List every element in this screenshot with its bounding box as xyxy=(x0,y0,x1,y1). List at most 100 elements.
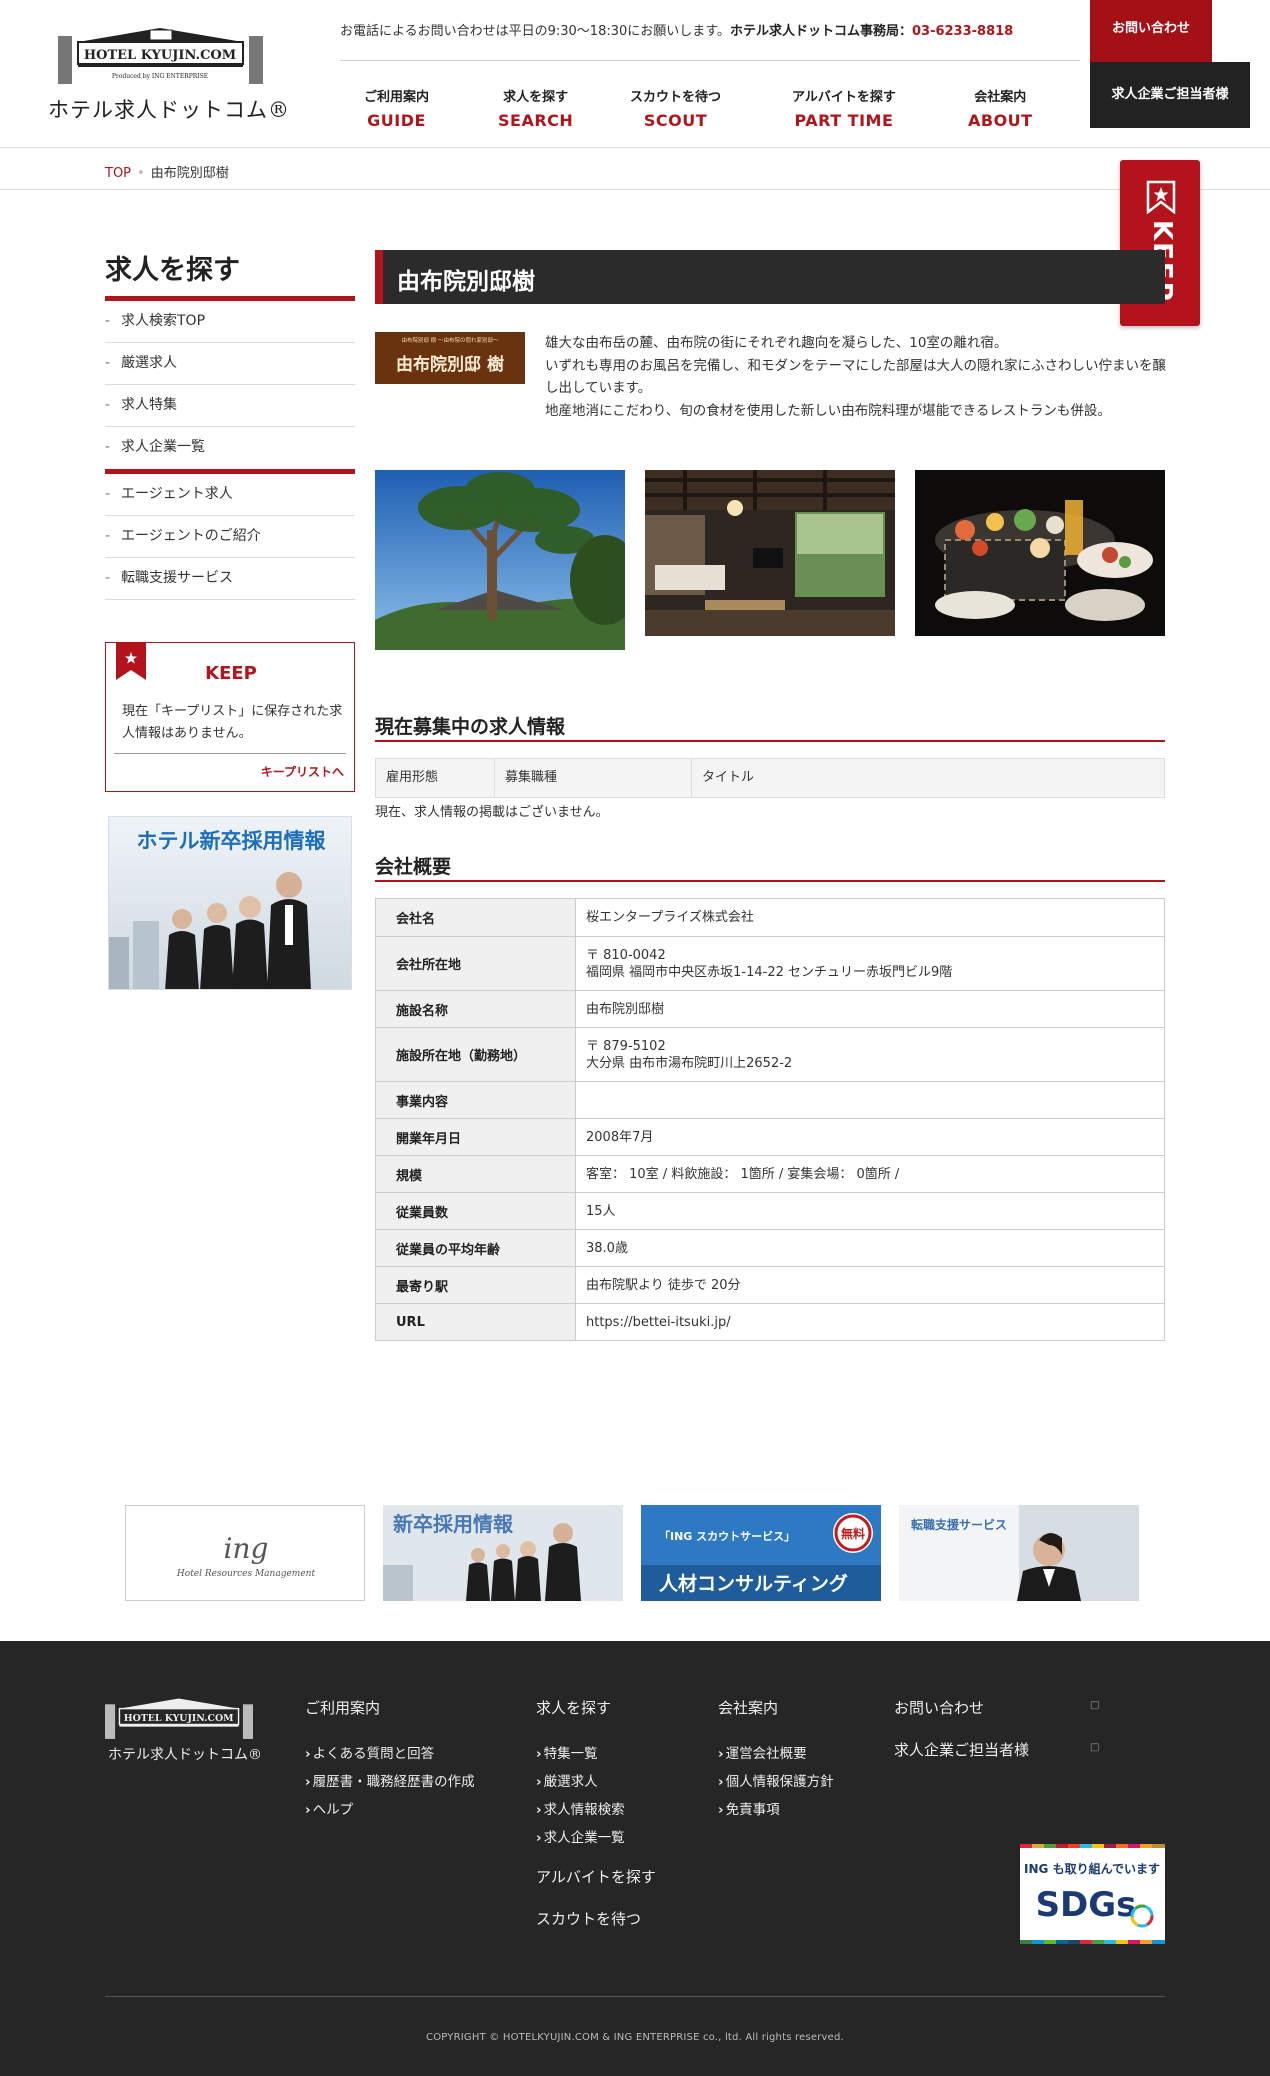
footer-link-part-time[interactable]: アルバイトを探す xyxy=(536,1866,656,1887)
header-divider xyxy=(340,60,1080,61)
col-job-category: 募集職種 xyxy=(495,759,692,797)
row-value: 38.0歳 xyxy=(575,1229,1165,1267)
footer-link-help[interactable]: ヘルプ xyxy=(305,1798,354,1818)
breadcrumb-top-link[interactable]: TOP xyxy=(105,166,131,181)
table-row: 最寄り駅 由布院駅より 徒歩で 20分 xyxy=(375,1266,1165,1304)
facility-intro: 雄大な由布岳の麓、由布院の街にそれぞれ趣向を凝らした、10室の離れ宿。 いずれも… xyxy=(545,332,1170,422)
page-title-box: 由布院別邸樹 xyxy=(375,250,1165,304)
svg-text:人材コンサルティング: 人材コンサルティング xyxy=(659,1572,848,1595)
jobs-heading-underline xyxy=(375,740,1165,742)
breadcrumb: TOP • 由布院別邸樹 xyxy=(0,148,1270,190)
jobs-heading: 現在募集中の求人情報 xyxy=(375,716,566,738)
table-row: 開業年月日 2008年7月 xyxy=(375,1118,1165,1156)
keep-box-description: 現在「キープリスト」に保存された求人情報はありません。 xyxy=(122,704,343,741)
newgrad-bottom-banner[interactable]: 新卒採用情報 xyxy=(383,1505,623,1601)
phone-number[interactable]: 03-6233-8818 xyxy=(912,24,1013,39)
footer-link-privacy[interactable]: 個人情報保護方針 xyxy=(718,1770,834,1790)
footer-link-corporate[interactable]: 求人企業ご担当者様 xyxy=(894,1739,1029,1760)
sidebar-item-companies[interactable]: 求人企業一覧 xyxy=(105,427,355,469)
career-support-banner[interactable]: 転職支援サービス xyxy=(899,1505,1139,1601)
newgrad-banner[interactable]: ホテル新卒採用情報 xyxy=(108,816,352,990)
table-row: 従業員の平均年齢 38.0歳 xyxy=(375,1229,1165,1267)
intro-line: 地産地消にこだわり、旬の食材を使用した新しい由布院料理が堪能できるレストランも併… xyxy=(545,402,1111,419)
row-value: https://bettei-itsuki.jp/ xyxy=(575,1303,1165,1341)
footer-link-features[interactable]: 特集一覧 xyxy=(536,1742,598,1762)
footer-link-companies[interactable]: 求人企業一覧 xyxy=(536,1826,625,1846)
photo-exterior xyxy=(375,470,625,650)
table-row: 従業員数 15人 xyxy=(375,1192,1165,1230)
site-logo[interactable]: HOTEL KYUJIN.COM Produced by ING ENTERPR… xyxy=(48,26,290,126)
footer-search-heading[interactable]: 求人を探す xyxy=(536,1697,611,1718)
table-row: 事業内容 xyxy=(375,1081,1165,1119)
jobs-empty-message: 現在、求人情報の掲載はございません。 xyxy=(375,805,609,820)
footer-link-faq[interactable]: よくある質問と回答 xyxy=(305,1742,435,1762)
table-row: 規模 客室： 10室 / 料飲施設： 1箇所 / 宴集会場： 0箇所 / xyxy=(375,1155,1165,1193)
sdgs-badge[interactable]: ING も取り組んでいます SDGs xyxy=(1020,1844,1165,1944)
ing-logo-image: ing Hotel Resources Management xyxy=(176,1532,316,1579)
footer-link-selected[interactable]: 厳選求人 xyxy=(536,1770,598,1790)
row-label: 会社名 xyxy=(375,898,576,937)
contact-button[interactable]: お問い合わせ xyxy=(1090,0,1212,62)
svg-text:ing: ing xyxy=(224,1532,269,1565)
svg-text:Produced by ING ENTERPRISE: Produced by ING ENTERPRISE xyxy=(112,73,208,80)
col-employment-type: 雇用形態 xyxy=(376,759,495,797)
footer-guide-heading[interactable]: ご利用案内 xyxy=(305,1697,380,1718)
svg-text:SDGs: SDGs xyxy=(1036,1885,1137,1925)
sidebar-item-agent-jobs[interactable]: エージェント求人 xyxy=(105,474,355,516)
scout-service-image: 「ING スカウトサービス」 人材コンサルティング 無料 xyxy=(641,1505,881,1601)
row-label: 開業年月日 xyxy=(375,1118,576,1156)
footer-logo[interactable]: HOTEL KYUJIN.COM ホテル求人ドットコム® xyxy=(105,1696,265,1771)
table-row: 会社所在地〒 810-0042 福岡県 福岡市中央区赤坂1-14-22 センチュリ… xyxy=(375,936,1165,991)
sidebar-item-features[interactable]: 求人特集 xyxy=(105,385,355,427)
row-value: 由布院別邸樹 xyxy=(575,990,1165,1028)
company-url-link[interactable]: https://bettei-itsuki.jp/ xyxy=(586,1315,731,1330)
footer-link-resume[interactable]: 履歴書・職務経歴書の作成 xyxy=(305,1770,475,1790)
bookmark-star-icon xyxy=(1146,180,1176,214)
svg-text:ホテル新卒採用情報: ホテル新卒採用情報 xyxy=(137,829,327,853)
row-value: 2008年7月 xyxy=(575,1118,1165,1156)
office-label: ホテル求人ドットコム事務局： xyxy=(729,24,912,39)
keep-box-heading: KEEP xyxy=(205,663,257,684)
sidebar-item-career-support[interactable]: 転職支援サービス xyxy=(105,558,355,600)
intro-line: いずれも専用のお風呂を完備し、和モダンをテーマにした部屋は大人の隠れ家にふさわし… xyxy=(545,357,1166,397)
row-value: 〒 879-5102 大分県 由布市湯布院町川上2652-2 xyxy=(575,1027,1165,1082)
svg-text:無料: 無料 xyxy=(841,1526,865,1541)
scout-banner[interactable]: 「ING スカウトサービス」 人材コンサルティング 無料 xyxy=(641,1505,881,1601)
keep-box-divider xyxy=(114,753,346,754)
nav-about[interactable]: 会社案内 ABOUT xyxy=(968,86,1033,130)
keep-list-link[interactable]: キープリストへ xyxy=(261,763,344,780)
nav-search[interactable]: 求人を探す SEARCH xyxy=(498,86,573,130)
company-heading-underline xyxy=(375,880,1165,882)
row-value: 客室： 10室 / 料飲施設： 1箇所 / 宴集会場： 0箇所 / xyxy=(575,1155,1165,1193)
row-label: 規模 xyxy=(375,1155,576,1193)
footer-link-contact[interactable]: お問い合わせ xyxy=(894,1697,984,1718)
sidebar-item-selected-jobs[interactable]: 厳選求人 xyxy=(105,343,355,385)
photo-room xyxy=(645,470,895,650)
footer-link-scout[interactable]: スカウトを待つ xyxy=(536,1908,641,1929)
row-label: 施設所在地（勤務地） xyxy=(375,1027,576,1082)
footer-link-company-overview[interactable]: 運営会社概要 xyxy=(718,1742,807,1762)
nav-part-time[interactable]: アルバイトを探す PART TIME xyxy=(792,86,896,130)
hotel-building-logo-icon: HOTEL KYUJIN.COM Produced by ING ENTERPR… xyxy=(58,28,263,84)
footer-link-job-search[interactable]: 求人情報検索 xyxy=(536,1798,625,1818)
corporate-button[interactable]: 求人企業ご担当者様 xyxy=(1090,62,1250,128)
table-row: 施設所在地（勤務地）〒 879-5102 大分県 由布市湯布院町川上2652-2 xyxy=(375,1027,1165,1082)
nav-guide[interactable]: ご利用案内 GUIDE xyxy=(364,86,429,130)
career-support-image: 転職支援サービス xyxy=(899,1505,1139,1601)
row-value: 桜エンタープライズ株式会社 xyxy=(575,898,1165,937)
nav-scout[interactable]: スカウトを待つ SCOUT xyxy=(630,86,721,130)
newgrad-bottom-image: 新卒採用情報 xyxy=(383,1505,623,1601)
svg-text:由布院別邸 樹 ～由布院の隠れ家別邸～: 由布院別邸 樹 ～由布院の隠れ家別邸～ xyxy=(402,336,499,344)
sidebar-item-search-top[interactable]: 求人検索TOP xyxy=(105,301,355,343)
sidebar-item-agent-intro[interactable]: エージェントのご紹介 xyxy=(105,516,355,558)
svg-text:HOTEL KYUJIN.COM: HOTEL KYUJIN.COM xyxy=(84,48,236,63)
footer-about-heading[interactable]: 会社案内 xyxy=(718,1697,778,1718)
ing-banner[interactable]: ing Hotel Resources Management xyxy=(125,1505,365,1601)
table-row: 会社名 桜エンタープライズ株式会社 xyxy=(375,898,1165,937)
external-link-icon: □ xyxy=(1090,1700,1100,1711)
footer-link-disclaimer[interactable]: 免責事項 xyxy=(718,1798,780,1818)
row-label: 従業員数 xyxy=(375,1192,576,1230)
row-label: 最寄り駅 xyxy=(375,1266,576,1304)
jobs-table-header: 雇用形態 募集職種 タイトル xyxy=(375,758,1165,798)
logo-text: ホテル求人ドットコム® xyxy=(48,98,290,122)
